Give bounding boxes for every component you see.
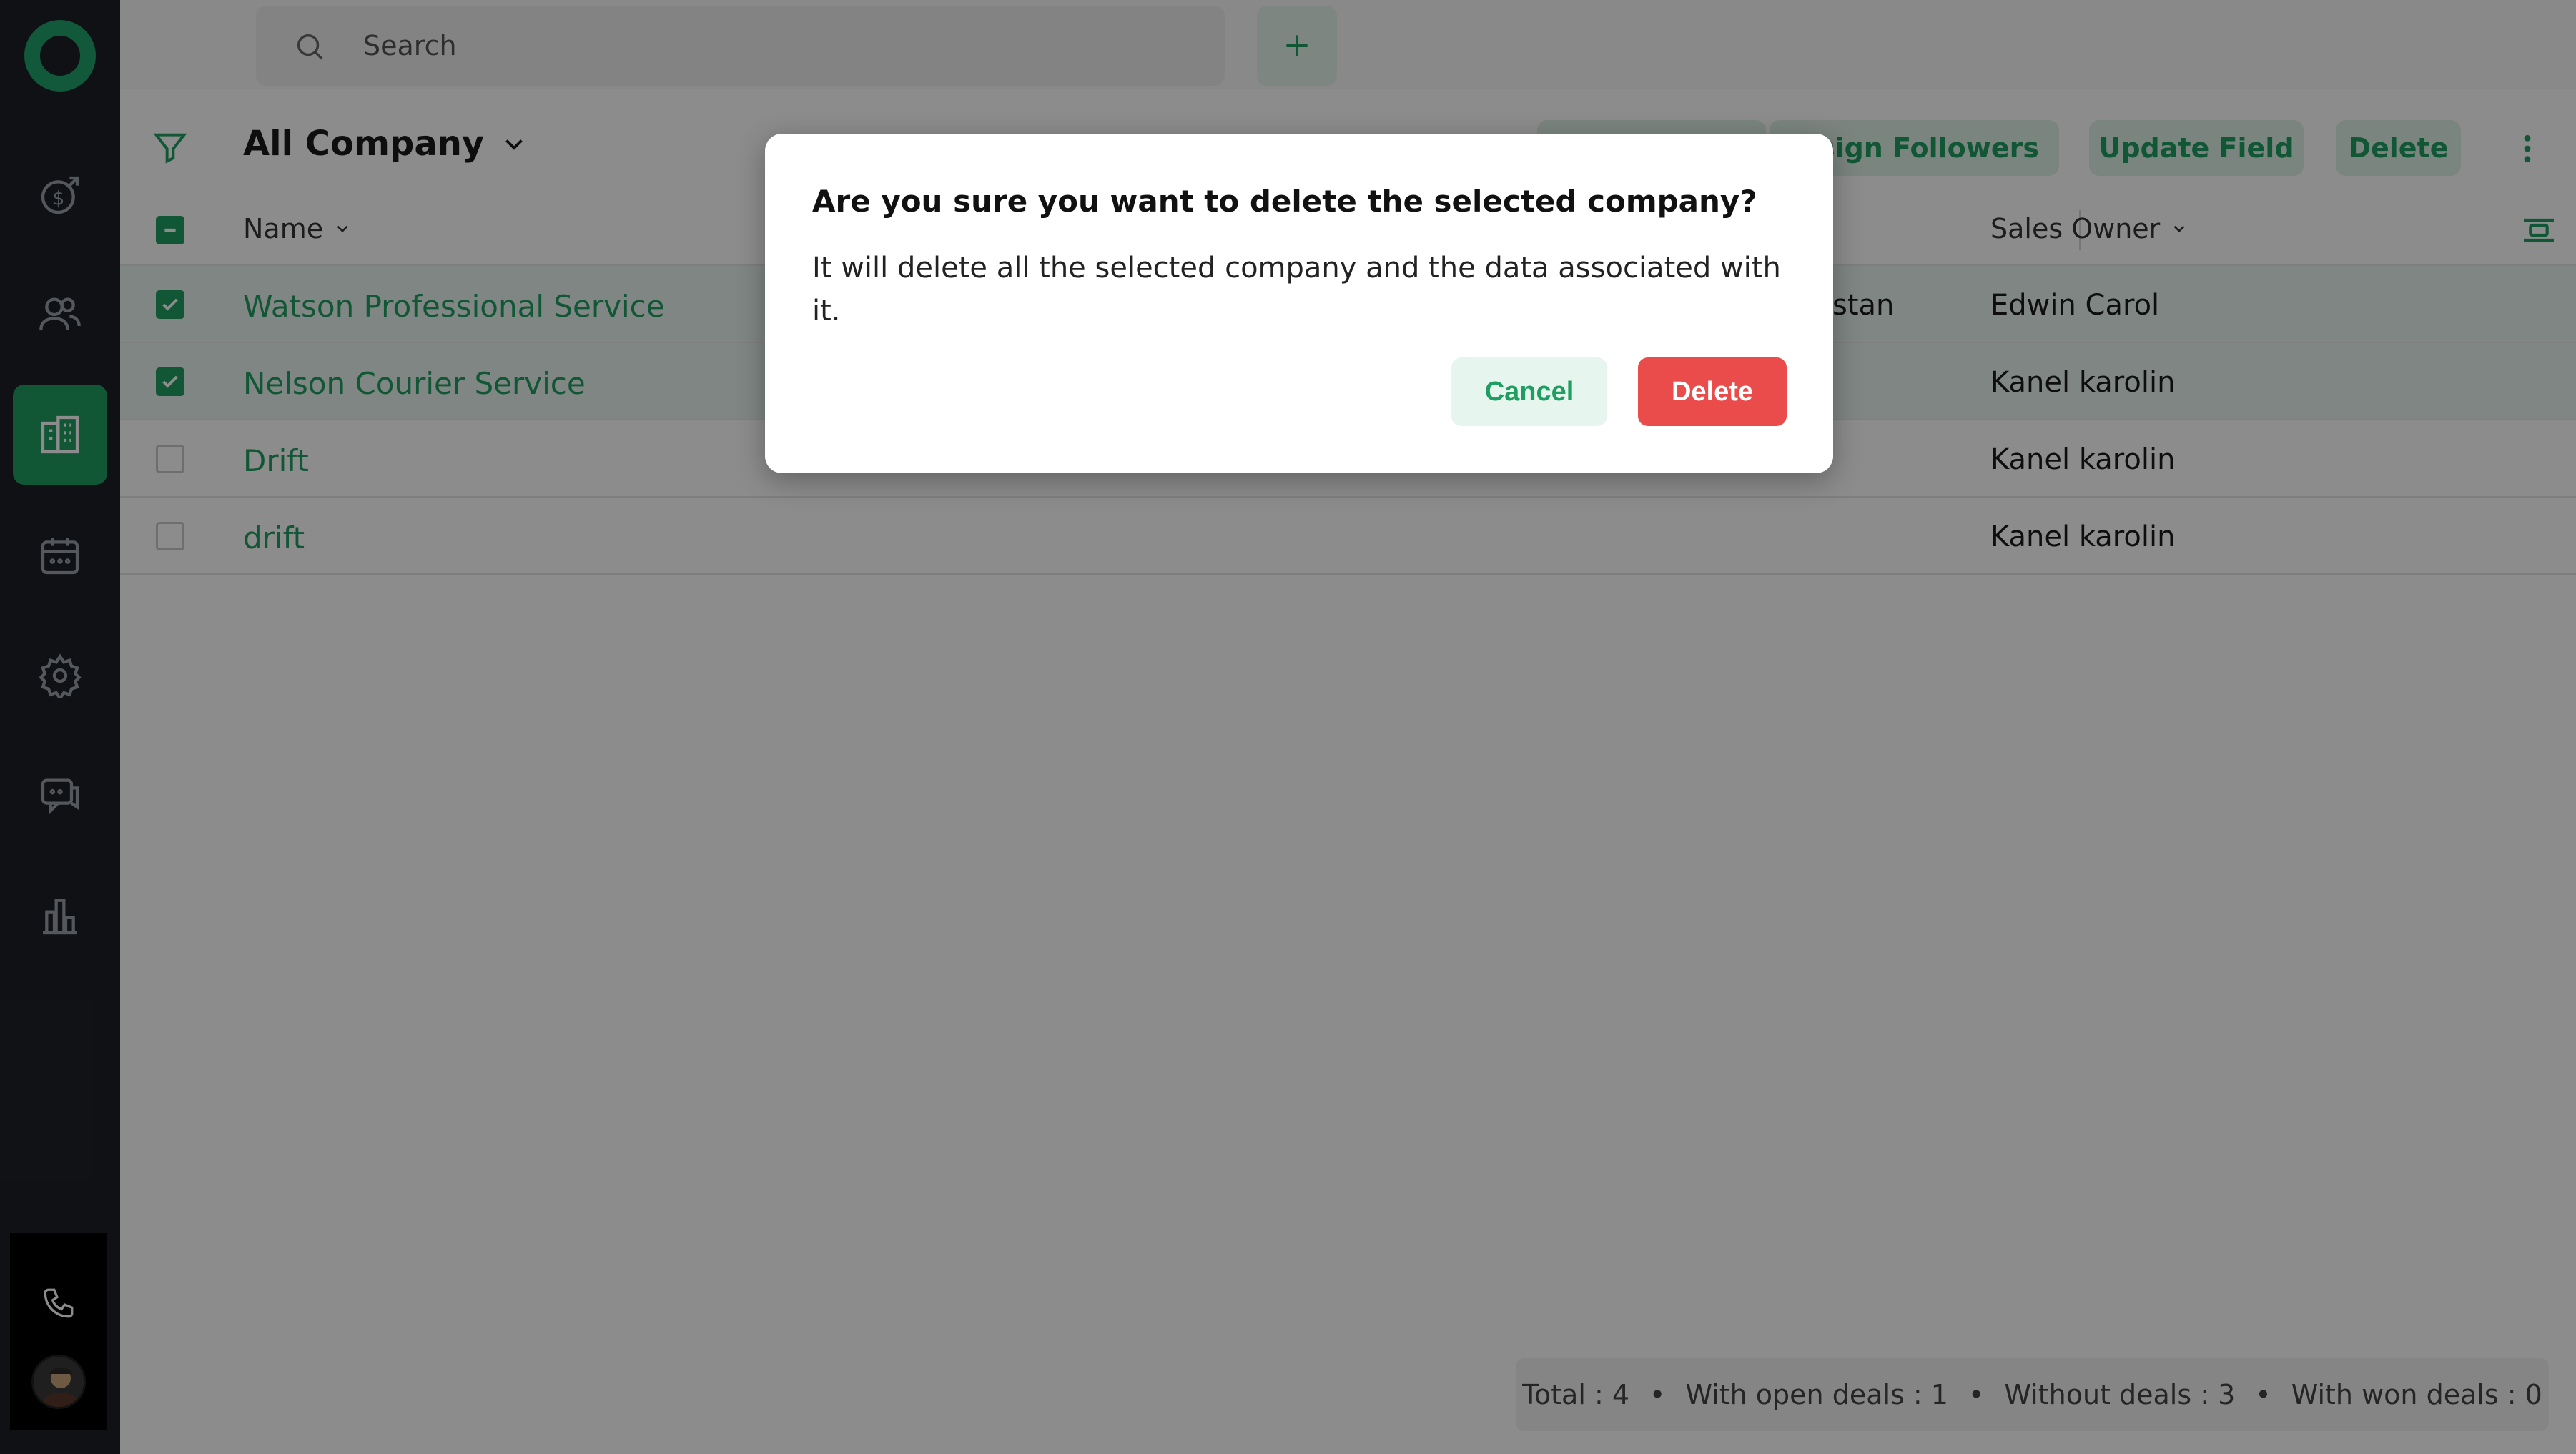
confirm-delete-button[interactable]: Delete (1638, 357, 1787, 426)
delete-confirm-dialog: Are you sure you want to delete the sele… (765, 134, 1833, 473)
cancel-button[interactable]: Cancel (1451, 357, 1607, 426)
dialog-message: It will delete all the selected company … (812, 252, 1781, 327)
dialog-title: Are you sure you want to delete the sele… (812, 184, 1757, 219)
